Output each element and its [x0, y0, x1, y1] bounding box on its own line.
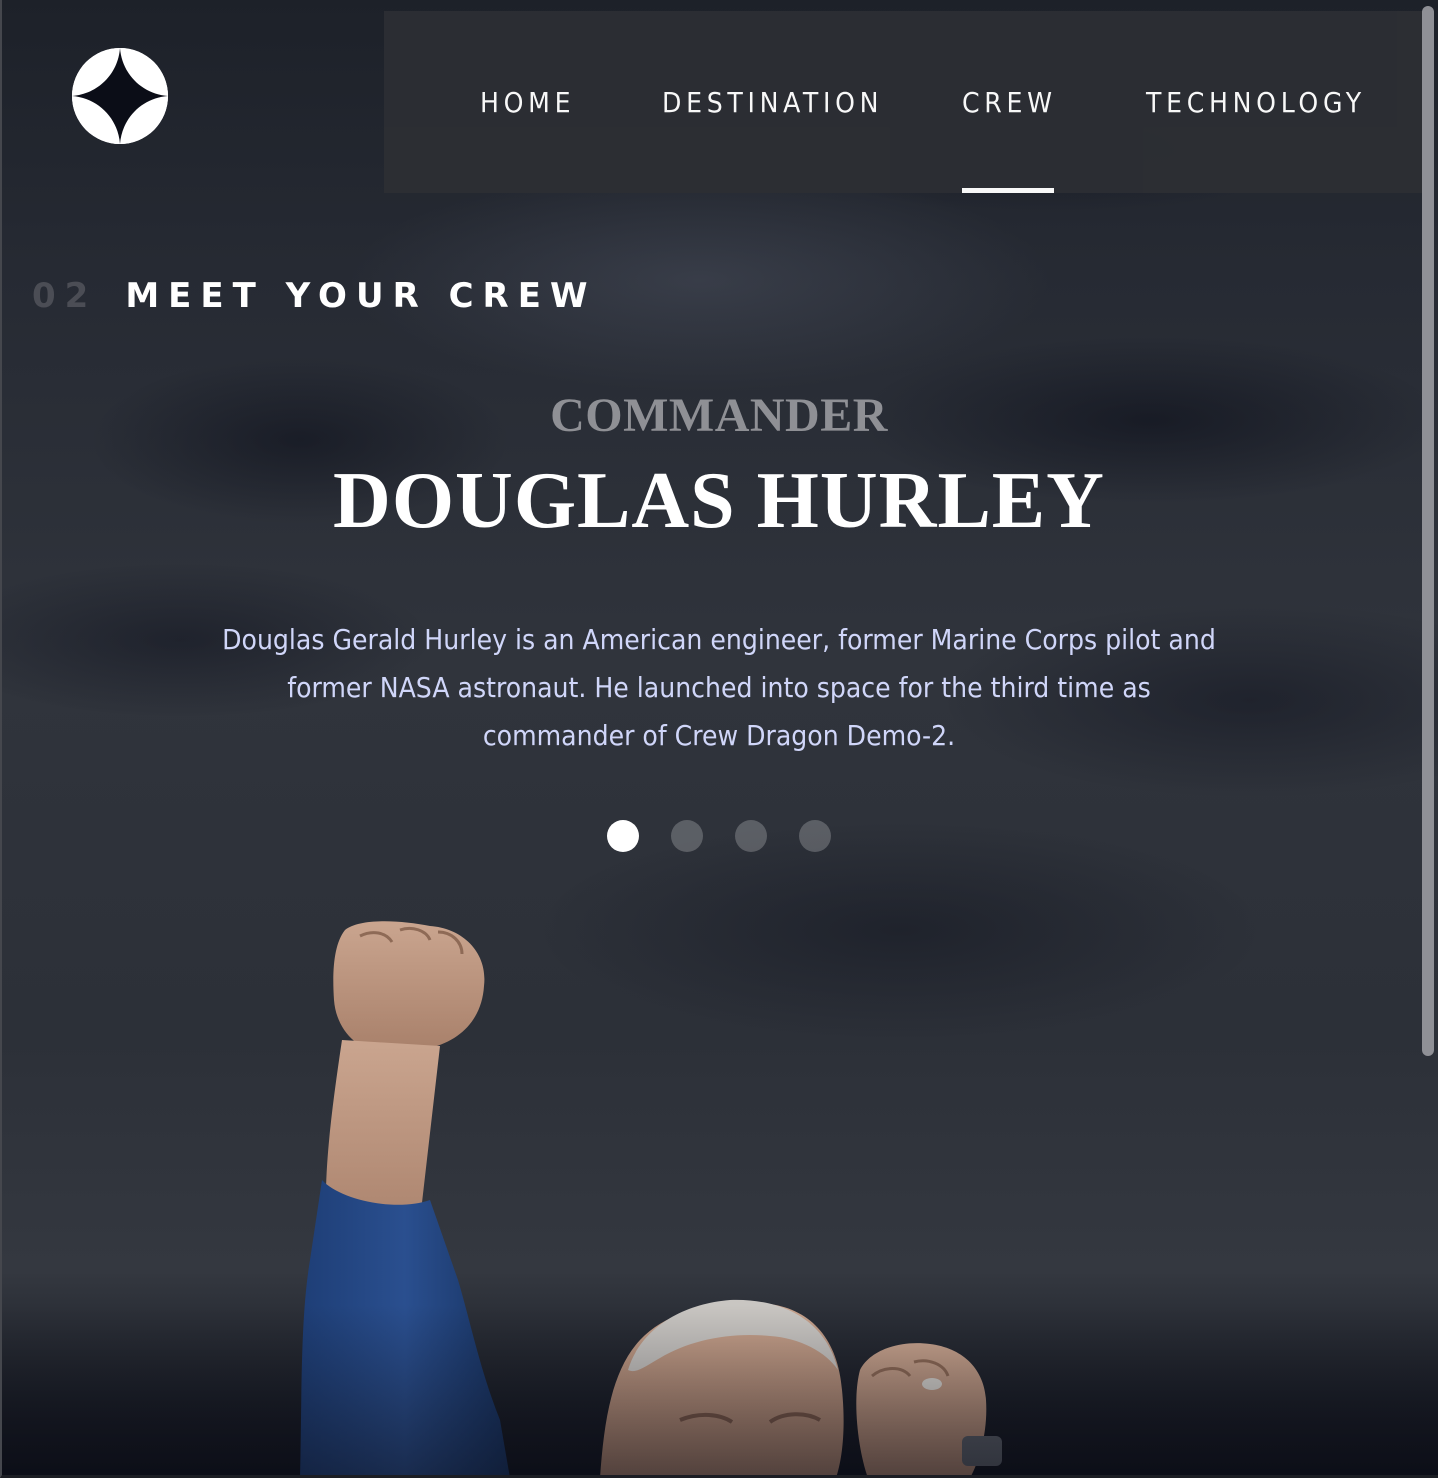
slide-dot-1[interactable] — [607, 820, 639, 852]
vertical-scrollbar-thumb[interactable] — [1422, 6, 1434, 1056]
section-number: 02 — [32, 276, 98, 316]
crew-page: HOME DESTINATION CREW TECHNOLOGY 02 MEET… — [0, 0, 1438, 1478]
nav-item-destination[interactable]: DESTINATION — [662, 11, 883, 193]
nav-item-technology[interactable]: TECHNOLOGY — [1146, 11, 1366, 193]
nav-item-crew[interactable]: CREW — [962, 11, 1057, 193]
crew-slide-selector — [607, 820, 831, 852]
slide-dot-3[interactable] — [735, 820, 767, 852]
slide-dot-2[interactable] — [671, 820, 703, 852]
page-heading: 02 MEET YOUR CREW — [32, 276, 596, 316]
section-title: MEET YOUR CREW — [125, 276, 597, 316]
crew-name: DOUGLAS HURLEY — [333, 457, 1105, 545]
nav-item-home[interactable]: HOME — [480, 11, 575, 193]
star-logo-icon[interactable] — [72, 48, 168, 144]
slide-dot-4[interactable] — [799, 820, 831, 852]
crew-bio: Douglas Gerald Hurley is an American eng… — [222, 623, 1216, 752]
crew-member-image — [0, 900, 1438, 1478]
primary-navigation: HOME DESTINATION CREW TECHNOLOGY — [384, 11, 1422, 193]
crew-role: COMMANDER — [550, 389, 888, 442]
